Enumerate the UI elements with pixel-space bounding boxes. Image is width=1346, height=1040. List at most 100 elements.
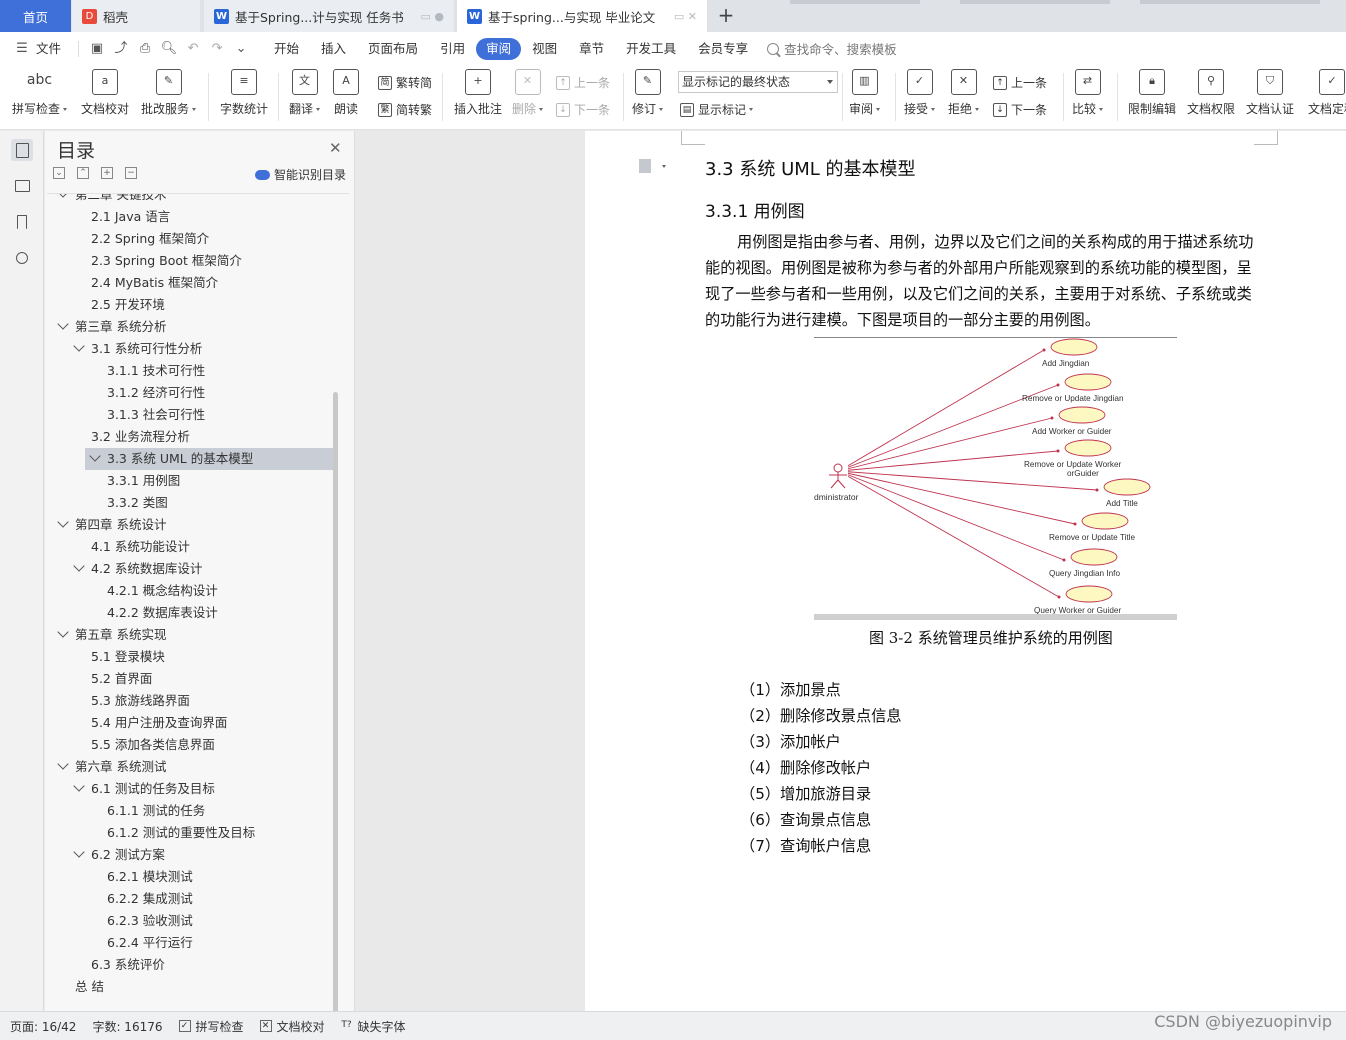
chevron-down-icon[interactable]	[73, 780, 85, 792]
toc-item[interactable]: 4.2.2 数据库表设计	[47, 602, 337, 624]
print-icon[interactable]: ⎙	[135, 39, 155, 59]
toc-item[interactable]: 2.1 Java 语言	[47, 206, 337, 228]
doc-cert-button[interactable]: ⛉ 文档认证	[1246, 69, 1294, 117]
next-change-button[interactable]: ↓ 下一条	[993, 101, 1047, 118]
menu-item[interactable]: 插入	[310, 38, 357, 60]
page-indicator[interactable]: 页面: 16/42	[10, 1018, 76, 1035]
menu-item[interactable]: 视图	[521, 38, 568, 60]
toc-item[interactable]: 3.1.3 社会可行性	[47, 404, 337, 426]
toc-item[interactable]: 6.2.1 模块测试	[47, 866, 337, 888]
batch-service-button[interactable]: ✎ 批改服务	[141, 69, 197, 117]
trad-to-simp-button[interactable]: 简繁转简	[378, 74, 432, 91]
toc-item[interactable]: 5.2 首界面	[47, 668, 337, 690]
smart-toc-button[interactable]: 智能识别目录	[255, 166, 346, 183]
prev-change-button[interactable]: ↑ 上一条	[993, 74, 1047, 91]
status-spell-check[interactable]: ✓ 拼写检查	[178, 1018, 244, 1035]
tab-thesis-doc[interactable]: W 基于spring...与实现 毕业论文 ▭ ✕	[457, 0, 707, 32]
word-count-indicator[interactable]: 字数: 16176	[92, 1018, 162, 1035]
redo-icon[interactable]: ↷	[207, 39, 227, 59]
toc-item[interactable]: 3.3 系统 UML 的基本模型	[85, 448, 334, 470]
review-pane-button[interactable]: ▥ 审阅	[849, 69, 881, 117]
translate-button[interactable]: 文 翻译	[289, 69, 321, 117]
paragraph-menu-icon[interactable]	[639, 159, 651, 173]
new-tab-button[interactable]: +	[714, 4, 738, 28]
simp-to-trad-button[interactable]: 繁简转繁	[378, 101, 432, 118]
toc-item[interactable]: 5.3 旅游线路界面	[47, 690, 337, 712]
toc-item[interactable]: 4.1 系统功能设计	[47, 536, 337, 558]
remove-heading-icon[interactable]: −	[125, 167, 137, 179]
menu-item[interactable]: 引用	[429, 38, 476, 60]
chapter-icon[interactable]	[11, 175, 33, 197]
toc-item[interactable]: 6.2.3 验收测试	[47, 910, 337, 932]
tab-task-doc[interactable]: W 基于Spring...计与实现 任务书 ▭ ●	[204, 0, 454, 32]
chevron-down-icon[interactable]	[73, 846, 85, 858]
toc-item[interactable]: 5.1 登录模块	[47, 646, 337, 668]
markup-state-select[interactable]: 显示标记的最终状态	[678, 71, 838, 93]
expand-all-icon[interactable]: ⌃	[77, 167, 89, 179]
toc-item[interactable]: 3.1 系统可行性分析	[47, 338, 337, 360]
undo-icon[interactable]: ↶	[183, 39, 203, 59]
command-search[interactable]: 查找命令、搜索模板	[767, 39, 897, 58]
toc-item[interactable]: 6.3 系统评价	[47, 954, 337, 976]
chevron-down-icon[interactable]	[73, 340, 85, 352]
menu-item[interactable]: 页面布局	[357, 38, 429, 60]
export-icon[interactable]: ⤴	[111, 39, 131, 59]
toc-item[interactable]: 6.2.4 平行运行	[47, 932, 337, 954]
toc-item[interactable]: 第五章 系统实现	[47, 624, 337, 646]
hamburger-icon[interactable]: ☰	[12, 39, 32, 59]
more-icon[interactable]: ⌄	[231, 39, 251, 59]
menu-file[interactable]: 文件	[34, 38, 72, 60]
toc-item[interactable]: 2.4 MyBatis 框架简介	[47, 272, 337, 294]
tab-close-icon[interactable]: ▭ ✕	[668, 10, 697, 23]
tab-home[interactable]: 首页	[0, 0, 71, 32]
toc-item[interactable]: 4.2.1 概念结构设计	[47, 580, 337, 602]
toc-item[interactable]: 第四章 系统设计	[47, 514, 337, 536]
chevron-down-icon[interactable]	[57, 194, 69, 198]
menu-item[interactable]: 开发工具	[615, 38, 687, 60]
chevron-down-icon[interactable]	[57, 626, 69, 638]
status-missing-font[interactable]: T? 缺失字体	[341, 1018, 405, 1035]
chevron-down-icon[interactable]	[57, 516, 69, 528]
menu-item-review[interactable]: 审阅	[476, 37, 522, 60]
toc-item[interactable]: 6.2 测试方案	[47, 844, 337, 866]
doc-permission-button[interactable]: ⚲ 文档权限	[1187, 69, 1235, 117]
read-aloud-button[interactable]: A 朗读	[333, 69, 359, 117]
toc-item[interactable]: 5.5 添加各类信息界面	[47, 734, 337, 756]
toc-item[interactable]: 2.2 Spring 框架简介	[47, 228, 337, 250]
status-doc-proof[interactable]: ✕ 文档校对	[259, 1018, 325, 1035]
save-icon[interactable]: ▣	[87, 39, 107, 59]
accept-button[interactable]: ✓ 接受	[904, 69, 936, 117]
compare-button[interactable]: ⇄ 比较	[1072, 69, 1104, 117]
add-heading-icon[interactable]: +	[101, 167, 113, 179]
toc-item[interactable]: 3.1.1 技术可行性	[47, 360, 337, 382]
toc-item[interactable]: 第六章 系统测试	[47, 756, 337, 778]
prev-comment-button[interactable]: ↑ 上一条	[556, 74, 610, 91]
toc-item[interactable]: 第三章 系统分析	[47, 316, 337, 338]
chevron-down-icon[interactable]	[57, 318, 69, 330]
toc-icon[interactable]	[11, 139, 33, 161]
toc-item[interactable]: 3.1.2 经济可行性	[47, 382, 337, 404]
insert-comment-button[interactable]: + 插入批注	[454, 69, 502, 117]
toc-item[interactable]: 6.2.2 集成测试	[47, 888, 337, 910]
menu-item[interactable]: 会员专享	[687, 38, 759, 60]
revise-button[interactable]: ✎ 修订	[632, 69, 664, 117]
toc-item[interactable]: 6.1 测试的任务及目标	[47, 778, 337, 800]
spell-check-button[interactable]: abc 拼写检查	[12, 69, 68, 117]
toc-item[interactable]: 5.4 用户注册及查询界面	[47, 712, 337, 734]
doc-final-button[interactable]: ✓ 文档定稿	[1308, 69, 1346, 117]
toc-item[interactable]: 2.5 开发环境	[47, 294, 337, 316]
menu-item[interactable]: 章节	[568, 38, 615, 60]
menu-item[interactable]: 开始	[263, 38, 310, 60]
doc-proof-button[interactable]: a 文档校对	[81, 69, 129, 117]
tab-daoke[interactable]: D 稻壳	[72, 0, 200, 32]
toc-item[interactable]: 3.2 业务流程分析	[47, 426, 337, 448]
preview-icon[interactable]: 🔍︎	[159, 39, 179, 59]
toc-item[interactable]: 4.2 系统数据库设计	[47, 558, 337, 580]
bookmark-icon[interactable]	[11, 211, 33, 233]
toc-item[interactable]: 6.1.1 测试的任务	[47, 800, 337, 822]
toc-item[interactable]: 6.1.2 测试的重要性及目标	[47, 822, 337, 844]
close-icon[interactable]: ✕	[329, 139, 342, 157]
toc-item[interactable]: 2.3 Spring Boot 框架简介	[47, 250, 337, 272]
word-count-button[interactable]: ≡ 字数统计	[220, 69, 268, 117]
dropdown-caret-icon[interactable]	[662, 165, 666, 168]
